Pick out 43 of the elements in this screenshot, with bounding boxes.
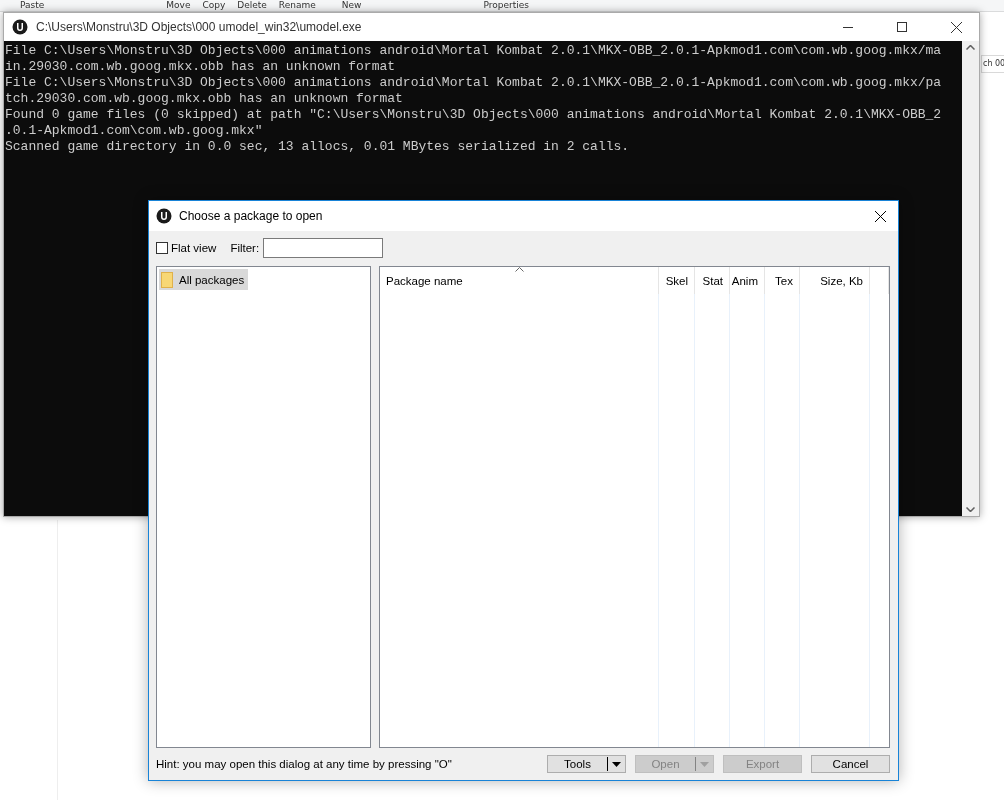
scroll-down-icon[interactable] (966, 507, 975, 512)
column-header[interactable]: Tex (765, 267, 800, 294)
filter-field[interactable] (263, 238, 384, 258)
column-header[interactable]: Package name (380, 267, 659, 294)
split-button[interactable]: Tools (547, 755, 626, 773)
flat-view-checkbox[interactable] (156, 242, 168, 254)
ribbon-item[interactable]: Delete (237, 0, 267, 10)
console-line: File C:\Users\Monstru\3D Objects\000 animations android\Mortal Kombat 2.0.1\MKX-OBB_2.0.1-Apkmod1.com\com.wb.goog.mkx/pa (5, 75, 943, 91)
app-logo-icon (156, 208, 172, 224)
close-icon (950, 21, 962, 33)
window-title: C:\Users\Monstru\3D Objects\000 umodel_win32\umodel.exe (36, 20, 363, 34)
console-line: in.29030.com.wb.goog.mkx.obb has an unknown format (5, 59, 397, 75)
ribbon-item[interactable]: Copy (202, 0, 226, 10)
scroll-up-icon[interactable] (966, 45, 975, 50)
caret-icon (700, 761, 709, 767)
console-line: .0.1-Apkmod1.com\com.wb.goog.mkx" (5, 123, 264, 139)
column-header[interactable]: Size, Kb (800, 267, 870, 294)
ribbon-item[interactable]: Rename (278, 0, 316, 10)
filter-label: Filter: (230, 242, 260, 254)
folder-icon (161, 271, 173, 288)
console-line: File C:\Users\Monstru\3D Objects\000 animations android\Mortal Kombat 2.0.1\MKX-OBB_2.0.1-Apkmod1.com\com.wb.goog.mkx/ma (5, 43, 943, 59)
ribbon-item[interactable]: New (341, 0, 362, 10)
column-header[interactable]: Skel (659, 267, 695, 294)
column-header[interactable]: Stat (695, 267, 730, 294)
hint-text: Hint: you may open this dialog at any time by pressing "O" (156, 758, 453, 770)
close-icon (874, 210, 886, 222)
minimize-icon (843, 26, 853, 28)
ribbon-item[interactable]: Paste (20, 0, 45, 10)
flat-view-label[interactable]: Flat view (171, 242, 217, 254)
app-logo-icon (12, 19, 28, 35)
column-header[interactable]: Anim (730, 267, 765, 294)
scrollbar[interactable] (962, 41, 979, 516)
console-line: Scanned game directory in 0.0 sec, 13 allocs, 0.01 MBytes serialized in 2 calls. (5, 139, 631, 155)
tree-item[interactable]: All packages (159, 269, 249, 290)
console-line: Found 0 game files (0 skipped) at path "C:\Users\Monstru\3D Objects\000 animations android\Mortal Kombat 2.0.1\MKX-OBB_2 (5, 107, 943, 123)
dialog-title: Choose a package to open (179, 209, 324, 223)
dialog-button[interactable]: Cancel (811, 755, 890, 773)
console-line: tch.29030.com.wb.goog.mkx.obb has an unknown format (5, 91, 404, 107)
caret-icon (612, 761, 621, 767)
maximize-icon (897, 22, 907, 32)
search-field[interactable]: ch 00 (981, 55, 1004, 73)
ribbon-item[interactable]: Move (166, 0, 191, 10)
ribbon-item[interactable]: Properties (483, 0, 529, 10)
